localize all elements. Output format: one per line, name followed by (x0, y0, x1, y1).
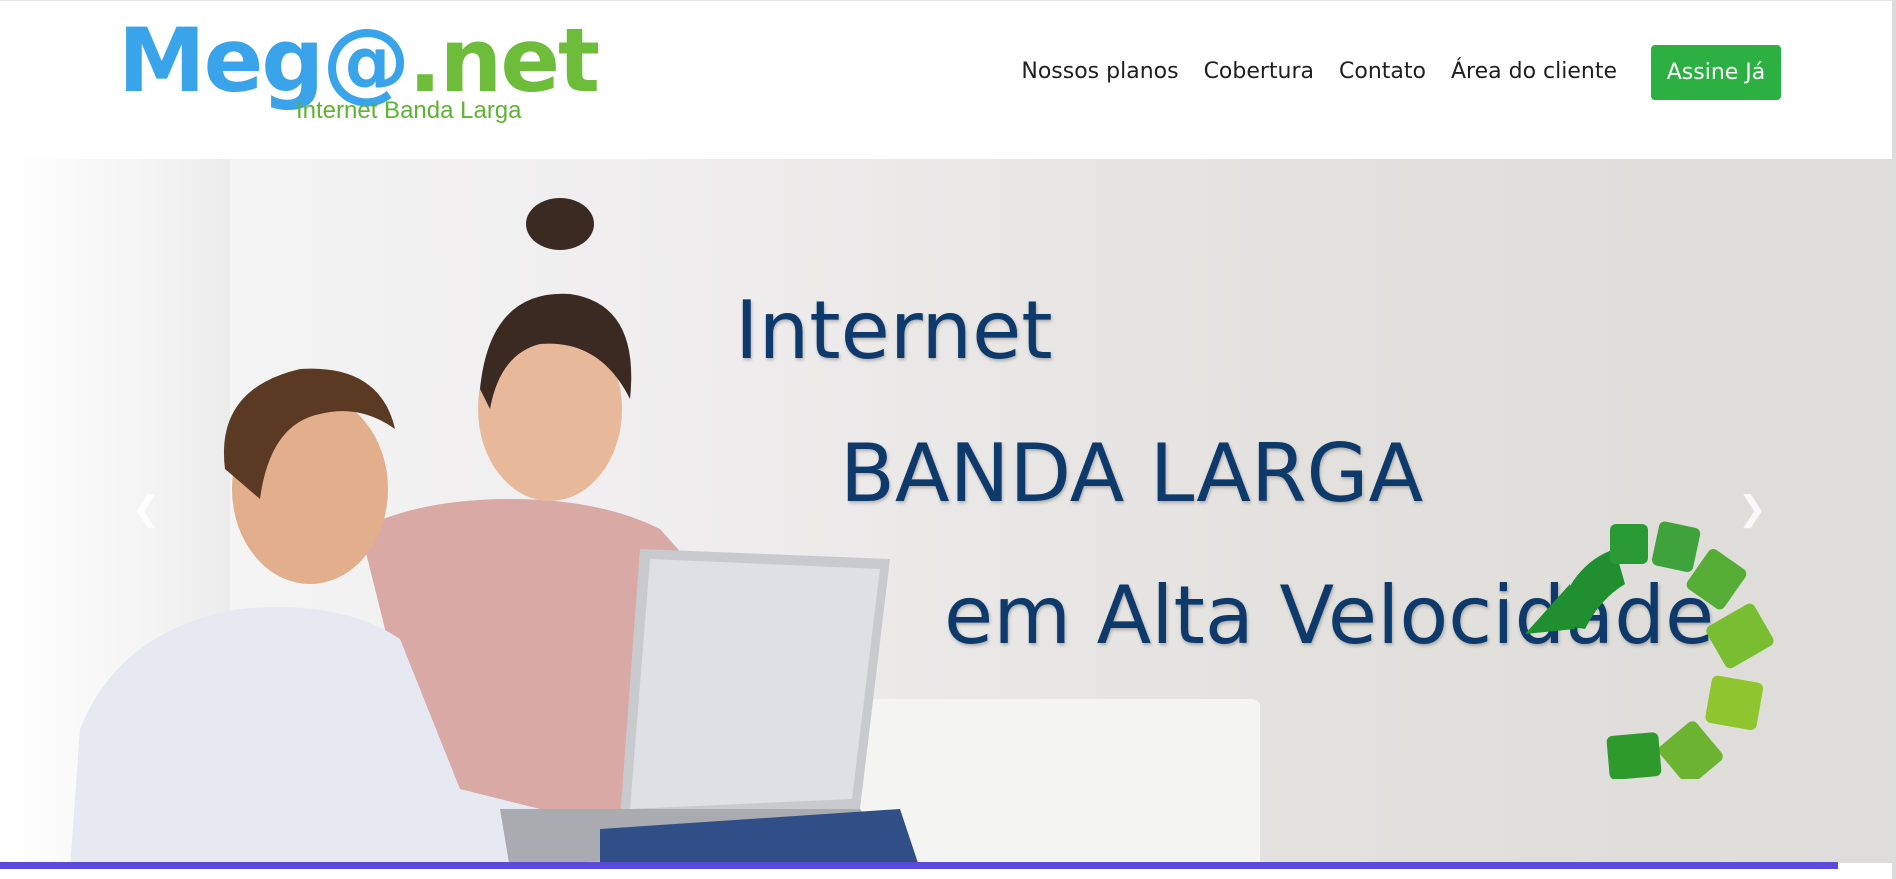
speed-arrow-icon (1525, 521, 1774, 779)
assine-ja-button[interactable]: Assine Já (1651, 45, 1781, 100)
logo-tagline: Internet Banda Larga (296, 97, 522, 124)
hero-carousel: Internet BANDA LARGA em Alta Velocidade … (0, 159, 1892, 863)
carousel-progress-bar (0, 862, 1838, 869)
hero-people-image (70, 198, 918, 863)
site-logo[interactable]: Meg@.net Internet Banda Larga (118, 17, 600, 127)
main-nav: Nossos planos Cobertura Contato Área do … (1021, 59, 1617, 84)
nav-nossos-planos[interactable]: Nossos planos (1021, 59, 1178, 84)
hero-title-internet: Internet (735, 284, 1053, 377)
nav-contato[interactable]: Contato (1339, 59, 1426, 84)
scrollbar[interactable] (1892, 0, 1896, 879)
hero-title-banda-larga: BANDA LARGA (840, 427, 1424, 520)
carousel-prev-chevron-left-icon[interactable]: ❮ (132, 489, 161, 529)
logo-wordmark: Meg@.net (118, 17, 600, 105)
carousel-next-chevron-right-icon[interactable]: ❯ (1738, 489, 1767, 529)
nav-area-do-cliente[interactable]: Área do cliente (1451, 59, 1617, 84)
site-header: Meg@.net Internet Banda Larga Nossos pla… (0, 1, 1892, 159)
nav-cobertura[interactable]: Cobertura (1204, 59, 1314, 84)
